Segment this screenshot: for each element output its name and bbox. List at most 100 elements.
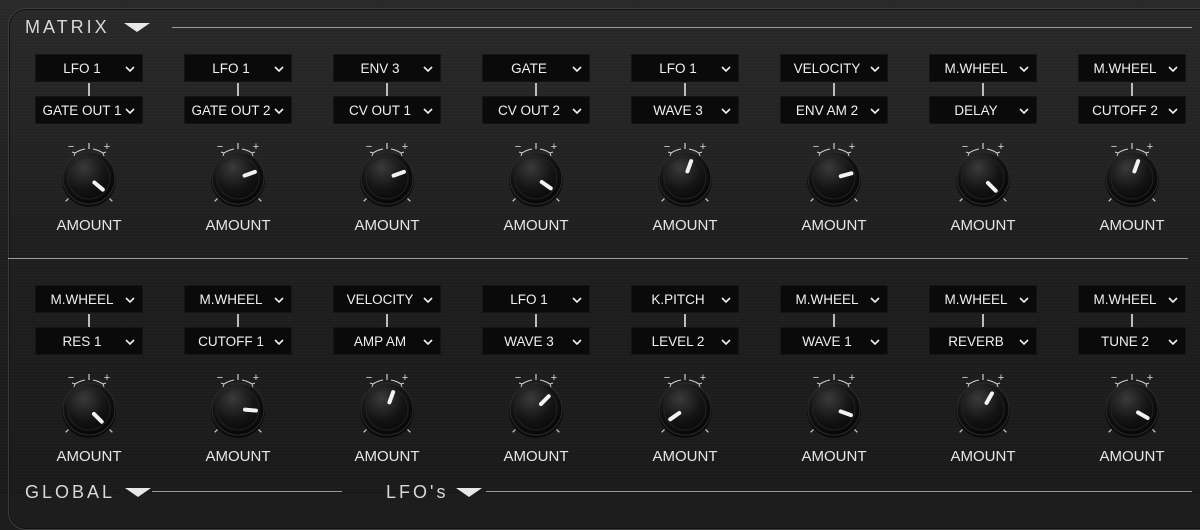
- source-dropdown[interactable]: GATE: [482, 54, 590, 82]
- matrix-slot: M.WHEEL WAVE 1 − + AMOUNT: [780, 285, 888, 505]
- svg-text:+: +: [998, 141, 1004, 153]
- source-dropdown[interactable]: M.WHEEL: [929, 54, 1037, 82]
- destination-dropdown[interactable]: CV OUT 1: [333, 96, 441, 124]
- source-value: LFO 1: [63, 60, 101, 76]
- svg-text:+: +: [253, 372, 259, 384]
- amount-knob[interactable]: − +: [55, 136, 123, 208]
- destination-value: CV OUT 1: [348, 102, 411, 118]
- amount-knob[interactable]: − +: [1098, 367, 1166, 439]
- svg-text:−: −: [515, 141, 521, 153]
- destination-dropdown[interactable]: AMP AM: [333, 327, 441, 355]
- destination-dropdown[interactable]: CV OUT 2: [482, 96, 590, 124]
- chevron-down-icon: [1168, 104, 1178, 115]
- destination-dropdown[interactable]: GATE OUT 1: [35, 96, 143, 124]
- svg-text:+: +: [253, 141, 259, 153]
- matrix-slot: ENV 3 CV OUT 1 − + AMOUNT: [333, 54, 441, 274]
- source-dropdown[interactable]: M.WHEEL: [184, 285, 292, 313]
- source-dropdown[interactable]: M.WHEEL: [780, 285, 888, 313]
- source-value: K.PITCH: [651, 291, 705, 307]
- source-dropdown[interactable]: VELOCITY: [780, 54, 888, 82]
- source-value: M.WHEEL: [944, 291, 1008, 307]
- svg-text:+: +: [849, 372, 855, 384]
- amount-knob[interactable]: − +: [204, 367, 272, 439]
- chevron-down-icon: [423, 293, 433, 304]
- amount-knob[interactable]: − +: [353, 367, 421, 439]
- matrix-slot: LFO 1 WAVE 3 − + AMOUNT: [482, 285, 590, 505]
- source-dropdown[interactable]: LFO 1: [184, 54, 292, 82]
- svg-text:+: +: [1147, 141, 1153, 153]
- amount-label: AMOUNT: [503, 448, 569, 465]
- amount-knob[interactable]: − +: [502, 136, 570, 208]
- source-dropdown[interactable]: M.WHEEL: [929, 285, 1037, 313]
- destination-dropdown[interactable]: WAVE 3: [631, 96, 739, 124]
- destination-dropdown[interactable]: RES 1: [35, 327, 143, 355]
- source-dropdown[interactable]: K.PITCH: [631, 285, 739, 313]
- matrix-slot: M.WHEEL TUNE 2 − + AMOUNT: [1078, 285, 1186, 505]
- source-value: LFO 1: [212, 60, 250, 76]
- source-value: VELOCITY: [346, 291, 414, 307]
- amount-label: AMOUNT: [801, 448, 867, 465]
- svg-text:+: +: [1147, 372, 1153, 384]
- destination-dropdown[interactable]: LEVEL 2: [631, 327, 739, 355]
- slot-connector: [386, 83, 388, 96]
- amount-label: AMOUNT: [652, 217, 718, 234]
- chevron-down-icon: [1019, 104, 1029, 115]
- source-value: M.WHEEL: [1093, 60, 1157, 76]
- chevron-down-icon: [1019, 335, 1029, 346]
- chevron-down-icon: [423, 335, 433, 346]
- destination-dropdown[interactable]: WAVE 1: [780, 327, 888, 355]
- destination-value: REVERB: [948, 333, 1004, 349]
- amount-knob[interactable]: − +: [1098, 136, 1166, 208]
- matrix-slot: LFO 1 GATE OUT 1 − + AMOUNT: [35, 54, 143, 274]
- amount-knob[interactable]: − +: [204, 136, 272, 208]
- chevron-down-icon: [721, 104, 731, 115]
- destination-dropdown[interactable]: WAVE 3: [482, 327, 590, 355]
- chevron-down-icon: [125, 293, 135, 304]
- amount-knob[interactable]: − +: [949, 136, 1017, 208]
- slot-connector: [88, 314, 90, 327]
- amount-knob[interactable]: − +: [800, 367, 868, 439]
- amount-knob[interactable]: − +: [353, 136, 421, 208]
- matrix-slot: K.PITCH LEVEL 2 − + AMOUNT: [631, 285, 739, 505]
- slot-connector: [982, 83, 984, 96]
- source-dropdown[interactable]: VELOCITY: [333, 285, 441, 313]
- destination-dropdown[interactable]: DELAY: [929, 96, 1037, 124]
- destination-dropdown[interactable]: REVERB: [929, 327, 1037, 355]
- amount-knob[interactable]: − +: [949, 367, 1017, 439]
- row-divider: [8, 258, 1188, 259]
- destination-dropdown[interactable]: GATE OUT 2: [184, 96, 292, 124]
- amount-label: AMOUNT: [205, 217, 271, 234]
- matrix-slot: GATE CV OUT 2 − + AMOUNT: [482, 54, 590, 274]
- destination-dropdown[interactable]: TUNE 2: [1078, 327, 1186, 355]
- amount-label: AMOUNT: [1099, 217, 1165, 234]
- global-collapse-toggle-icon[interactable]: [125, 488, 152, 497]
- destination-dropdown[interactable]: CUTOFF 1: [184, 327, 292, 355]
- chevron-down-icon: [274, 335, 284, 346]
- lfos-collapse-toggle-icon[interactable]: [456, 488, 483, 497]
- source-dropdown[interactable]: M.WHEEL: [1078, 54, 1186, 82]
- amount-knob[interactable]: − +: [651, 367, 719, 439]
- destination-dropdown[interactable]: CUTOFF 2: [1078, 96, 1186, 124]
- source-dropdown[interactable]: LFO 1: [35, 54, 143, 82]
- svg-text:−: −: [664, 372, 670, 384]
- matrix-slot: M.WHEEL CUTOFF 2 − + AMOUNT: [1078, 54, 1186, 274]
- source-value: M.WHEEL: [199, 291, 263, 307]
- amount-knob[interactable]: − +: [800, 136, 868, 208]
- chevron-down-icon: [423, 104, 433, 115]
- destination-dropdown[interactable]: ENV AM 2: [780, 96, 888, 124]
- source-dropdown[interactable]: LFO 1: [482, 285, 590, 313]
- source-dropdown[interactable]: M.WHEEL: [1078, 285, 1186, 313]
- chevron-down-icon: [572, 104, 582, 115]
- chevron-down-icon: [870, 104, 880, 115]
- amount-knob[interactable]: − +: [55, 367, 123, 439]
- slot-connector: [237, 83, 239, 96]
- chevron-down-icon: [125, 104, 135, 115]
- source-dropdown[interactable]: LFO 1: [631, 54, 739, 82]
- matrix-collapse-toggle-icon[interactable]: [123, 23, 150, 32]
- source-value: VELOCITY: [793, 60, 861, 76]
- amount-knob[interactable]: − +: [651, 136, 719, 208]
- source-dropdown[interactable]: ENV 3: [333, 54, 441, 82]
- svg-text:−: −: [68, 372, 74, 384]
- amount-knob[interactable]: − +: [502, 367, 570, 439]
- source-dropdown[interactable]: M.WHEEL: [35, 285, 143, 313]
